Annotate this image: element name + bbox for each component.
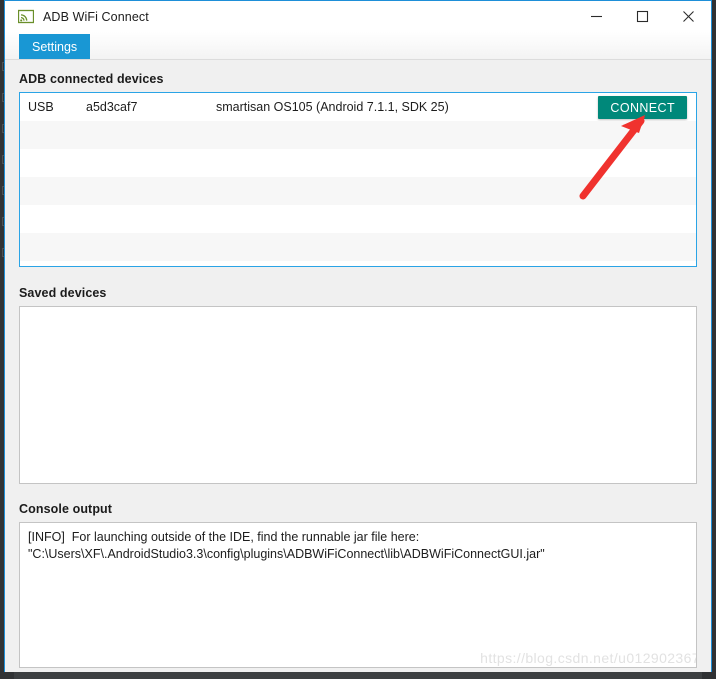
cast-wifi-icon (17, 9, 35, 25)
device-serial: a5d3caf7 (86, 100, 138, 114)
dialog-content: ADB connected devices USB a5d3caf7 smart… (5, 60, 711, 672)
tab-settings[interactable]: Settings (19, 34, 91, 59)
saved-devices-panel[interactable] (19, 306, 697, 484)
adb-connected-devices-panel[interactable]: USB a5d3caf7 smartisan OS105 (Android 7.… (19, 92, 697, 267)
adb-wifi-connect-window: ADB WiFi Connect Settings ADB connected … (4, 0, 712, 672)
console-line: [INFO] For launching outside of the IDE,… (28, 530, 420, 544)
table-row-empty (20, 149, 696, 177)
console-output-label: Console output (19, 502, 113, 516)
table-row-empty (20, 177, 696, 205)
maximize-icon[interactable] (619, 1, 665, 32)
console-line: "C:\Users\XF\.AndroidStudio3.3\config\pl… (28, 547, 545, 561)
tab-strip: Settings (5, 32, 711, 60)
table-row-empty (20, 233, 696, 261)
watermark-text: https://blog.csdn.net/u012902367 (480, 650, 697, 666)
adb-connected-devices-label: ADB connected devices (19, 72, 164, 86)
window-titlebar[interactable]: ADB WiFi Connect (5, 1, 711, 32)
window-title: ADB WiFi Connect (43, 9, 149, 24)
table-row-empty (20, 121, 696, 149)
device-connection-type: USB (28, 100, 54, 114)
table-row[interactable]: USB a5d3caf7 smartisan OS105 (Android 7.… (20, 93, 696, 121)
minimize-icon[interactable] (573, 1, 619, 32)
window-controls (573, 1, 711, 32)
table-row-empty (20, 205, 696, 233)
saved-devices-label: Saved devices (19, 286, 107, 300)
close-icon[interactable] (665, 1, 711, 32)
connect-button[interactable]: CONNECT (598, 96, 687, 119)
console-output-panel[interactable]: [INFO] For launching outside of the IDE,… (19, 522, 697, 668)
